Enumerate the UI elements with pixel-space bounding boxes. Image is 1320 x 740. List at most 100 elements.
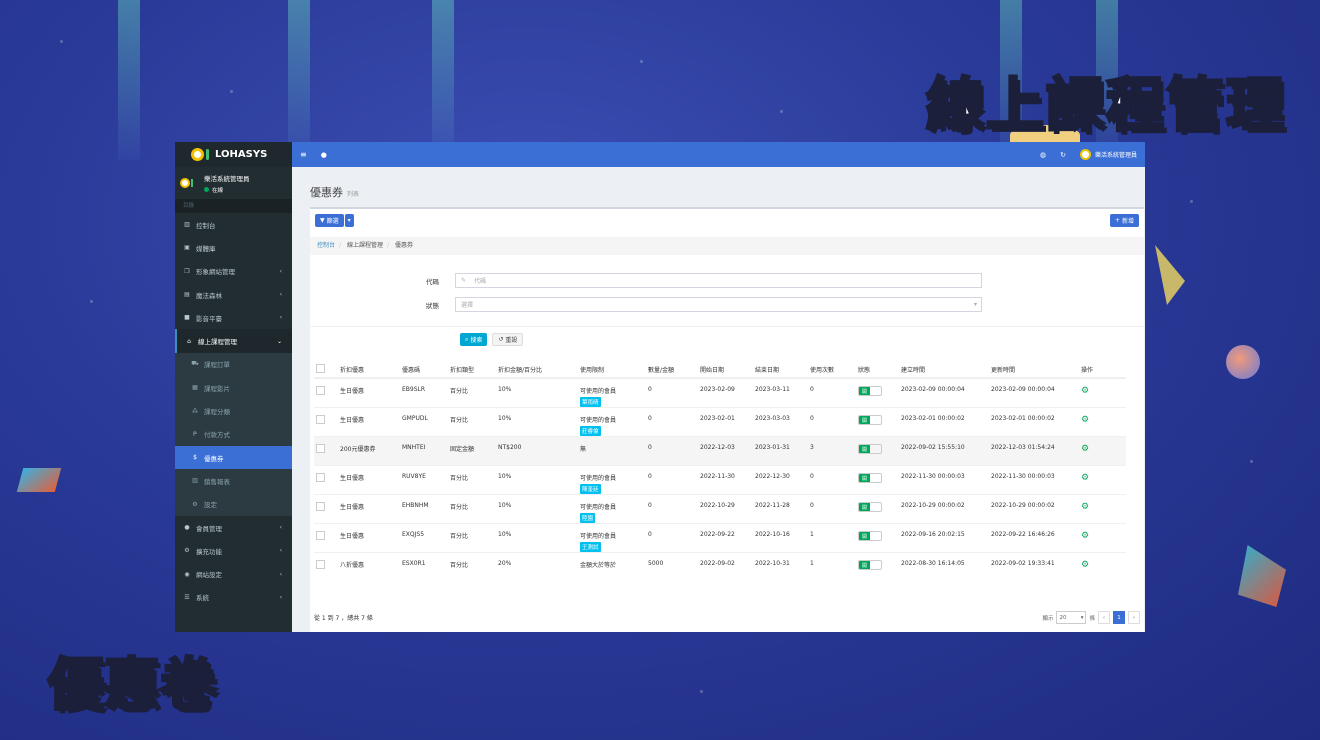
discount-amount: 10% — [496, 494, 578, 524]
status-toggle[interactable]: 開 — [858, 473, 882, 483]
column-header[interactable]: 更新時間 — [989, 361, 1079, 379]
table-row: 八折優惠 ESX0R1 百分比 20% 金額大於等於 5000 2022-09-02 2022… — [314, 552, 1126, 582]
quantity: 0 — [646, 407, 698, 437]
usage-limit: 金額大於等於 — [578, 552, 646, 582]
discount-type: 百分比 — [448, 494, 496, 524]
column-header[interactable]: 結束日期 — [753, 361, 808, 379]
member-tag: 王測試 — [580, 542, 601, 552]
video-icon: ■ — [184, 314, 190, 322]
column-header[interactable]: 折扣類型 — [448, 361, 496, 379]
table-row: 生日優惠 GMPUDL 百分比 10% 可使用的會員 莊睿倫 0 2023-02-01 2023… — [314, 407, 1126, 437]
sidebar-item-videos[interactable]: ▦ 課程影片 — [175, 376, 292, 399]
star — [90, 300, 93, 303]
updated-at: 2022-10-29 00:00:02 — [989, 494, 1079, 524]
sidebar-item-system[interactable]: ☰ 系統 ‹ — [175, 586, 292, 609]
main-content: 優惠券 列表 ▼ 篩選 ▾ + 新增 控制台 / 線上課程管理 / 優惠券 代碼 ✎ 代碼 … — [292, 167, 1145, 632]
sidebar-item-coupons[interactable]: $ 優惠券 — [175, 445, 292, 470]
cart-icon: ⛟ — [191, 360, 199, 368]
column-header[interactable]: 折扣優惠 — [338, 361, 400, 379]
gear-icon[interactable]: ⚙ — [1081, 386, 1089, 396]
sidebar-item-payment[interactable]: ₱ 付款方式 — [175, 423, 292, 446]
online-dot-icon — [204, 187, 209, 192]
refresh-icon[interactable]: ↻ — [1060, 151, 1066, 159]
coupon-code: RUV8YE — [400, 465, 448, 495]
column-header[interactable]: 數量/金額 — [646, 361, 698, 379]
gear-icon[interactable]: ⚙ — [1081, 473, 1089, 483]
sitemap-icon: ⁂ — [192, 407, 198, 415]
row-checkbox[interactable] — [316, 531, 325, 540]
status-toggle[interactable]: 開 — [858, 502, 882, 512]
gear-icon[interactable]: ⚙ — [1081, 415, 1089, 425]
breadcrumb-item[interactable]: 線上課程管理 — [347, 242, 383, 249]
select-all-checkbox[interactable] — [316, 363, 325, 373]
prev-page-button[interactable]: ‹ — [1098, 611, 1110, 624]
column-header[interactable]: 建立時間 — [899, 361, 989, 379]
gear-icon[interactable]: ⚙ — [1081, 502, 1089, 512]
sidebar-item-orders[interactable]: ⛟ 課程訂單 — [175, 353, 292, 376]
filter-dropdown-button[interactable]: ▾ — [344, 214, 354, 227]
sidebar-item-courses[interactable]: ⌂ 線上課程管理 ⌄ — [175, 329, 292, 353]
next-page-button[interactable]: › — [1128, 611, 1140, 624]
status-select[interactable]: 選擇 ▾ — [455, 297, 982, 312]
sidebar-item-forest[interactable]: ▤ 魔法森林 ‹ — [175, 283, 292, 306]
page-1-button[interactable]: 1 — [1113, 611, 1125, 624]
status-toggle[interactable]: 開 — [858, 560, 882, 570]
discount-type: 百分比 — [448, 407, 496, 437]
admin-app: LOHASYS 樂活系統管理員 在線 目錄 ▥ 控制台 ▣ 媒體庫 ❐ 形象網站管理 ‹… — [175, 142, 1145, 632]
coupon-name: 生日優惠 — [338, 465, 400, 495]
discount-amount: 10% — [496, 465, 578, 495]
start-date: 2022-09-22 — [698, 523, 753, 553]
per-page-label: 顯示 — [1042, 615, 1054, 622]
sidebar-item-website[interactable]: ❐ 形象網站管理 ‹ — [175, 260, 292, 283]
column-header[interactable]: 折扣金額/百分比 — [496, 361, 578, 379]
user-menu[interactable]: 樂活系統管理員 — [1079, 149, 1137, 160]
end-date: 2023-01-31 — [753, 436, 808, 466]
gear-icon[interactable]: ⚙ — [1081, 560, 1089, 570]
settings-icon[interactable]: ◍ — [1040, 151, 1046, 159]
status-toggle[interactable]: 開 — [858, 531, 882, 541]
column-header[interactable]: 優惠碼 — [400, 361, 448, 379]
row-checkbox[interactable] — [316, 502, 325, 511]
row-checkbox[interactable] — [316, 560, 325, 569]
breadcrumb-link-dashboard[interactable]: 控制台 — [317, 242, 335, 249]
row-checkbox[interactable] — [316, 415, 325, 424]
column-header[interactable]: 使用次數 — [808, 361, 856, 379]
sidebar-item-settings[interactable]: ⚙ 設定 — [175, 493, 292, 516]
brand-logo[interactable]: LOHASYS — [175, 142, 292, 167]
column-header[interactable]: 使用限制 — [578, 361, 646, 379]
user-icon: ● — [184, 524, 190, 531]
search-button[interactable]: ⌕ 搜索 — [460, 333, 488, 346]
reset-button[interactable]: ↺ 重設 — [492, 333, 524, 346]
code-input[interactable]: ✎ 代碼 — [455, 273, 982, 288]
row-checkbox[interactable] — [316, 473, 325, 482]
status-toggle[interactable]: 開 — [858, 444, 882, 454]
row-checkbox[interactable] — [316, 386, 325, 395]
menu-toggle-icon[interactable]: ≡ — [300, 150, 307, 159]
used-count: 1 — [808, 552, 856, 582]
filter-button[interactable]: ▼ 篩選 — [315, 214, 344, 227]
updated-at: 2023-02-01 00:00:02 — [989, 407, 1079, 437]
column-header[interactable]: 狀態 — [856, 361, 899, 379]
sidebar-item-sales-report[interactable]: ▥ 銷售報表 — [175, 469, 292, 492]
sidebar-item-media[interactable]: ▣ 媒體庫 — [175, 236, 292, 259]
status-toggle[interactable]: 開 — [858, 415, 882, 425]
row-checkbox[interactable] — [316, 444, 325, 453]
quantity: 5000 — [646, 552, 698, 582]
globe-icon[interactable]: ● — [321, 151, 327, 159]
sidebar-item-dashboard[interactable]: ▥ 控制台 — [175, 213, 292, 236]
sidebar-item-site-settings[interactable]: ◉ 網站設定 ‹ — [175, 562, 292, 585]
gear-icon[interactable]: ⚙ — [1081, 444, 1089, 454]
page-header: 優惠券 列表 — [292, 167, 1145, 200]
coupon-code: GMPUDL — [400, 407, 448, 437]
add-button[interactable]: + 新增 — [1109, 214, 1139, 227]
usage-limit: 可使用的會員 陸園 — [578, 494, 646, 524]
gear-icon[interactable]: ⚙ — [1081, 531, 1089, 541]
sidebar-item-members[interactable]: ● 會員管理 ‹ — [175, 516, 292, 539]
column-header[interactable]: 開始日期 — [698, 361, 753, 379]
status-toggle[interactable]: 開 — [858, 386, 882, 396]
per-page-select[interactable]: 20 ▾ — [1056, 611, 1087, 624]
sidebar-item-video[interactable]: ■ 影音平臺 ‹ — [175, 306, 292, 329]
sidebar-item-categories[interactable]: ⁂ 課程分類 — [175, 399, 292, 422]
sidebar-item-extensions[interactable]: ⚙ 擴充功能 ‹ — [175, 539, 292, 562]
cogs-icon: ⚙ — [192, 500, 198, 508]
